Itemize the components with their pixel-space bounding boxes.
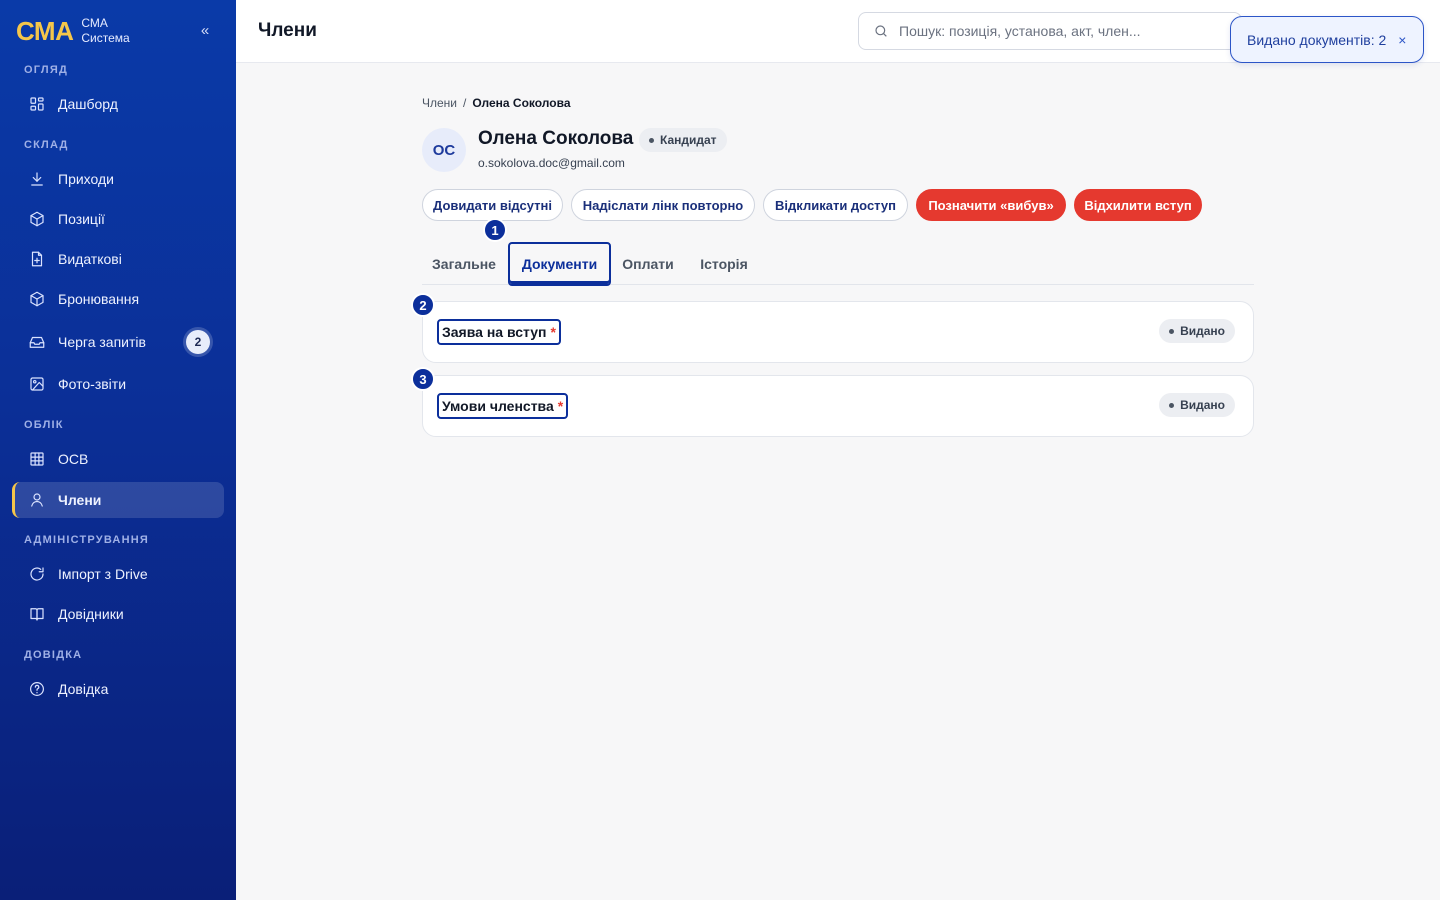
- sidebar-item-osv[interactable]: ОСВ: [12, 441, 224, 477]
- brand[interactable]: СМА СМА Система: [16, 16, 130, 46]
- document-title: Заява на вступ: [442, 324, 547, 340]
- section-title-accounting: Облік: [24, 419, 64, 431]
- dashboard-icon: [30, 97, 44, 111]
- section-title-warehouse: Склад: [24, 139, 69, 151]
- section-title-overview: Огляд: [24, 64, 68, 76]
- status-dot-icon: [1169, 402, 1175, 408]
- sidebar-item-label: Дашборд: [58, 96, 118, 112]
- document-title-link[interactable]: Заява на вступ *: [437, 319, 561, 345]
- document-status-badge: Видано: [1159, 319, 1235, 343]
- sidebar-item-label: Члени: [58, 492, 102, 508]
- toast-text: Видано документів: 2: [1247, 31, 1387, 48]
- sidebar-item-reservations[interactable]: Бронювання: [12, 281, 224, 317]
- section-title-help: Довідка: [24, 649, 83, 661]
- collapse-sidebar-button[interactable]: «: [196, 22, 214, 40]
- sidebar-item-label: Позиції: [58, 211, 105, 227]
- document-card: Умови членства * Видано: [422, 375, 1254, 437]
- toast-close-button[interactable]: ×: [1398, 33, 1406, 47]
- brand-logo: СМА: [16, 16, 74, 46]
- required-marker: *: [557, 398, 564, 414]
- section-title-administration: Адміністрування: [24, 534, 149, 546]
- tab-general[interactable]: Загальне: [422, 242, 506, 286]
- sidebar-item-label: Видаткові: [58, 251, 122, 267]
- tab-history[interactable]: Історія: [687, 242, 761, 286]
- sidebar-item-expenses[interactable]: Видаткові: [12, 241, 224, 277]
- image-icon: [30, 377, 44, 391]
- required-marker: *: [550, 324, 556, 340]
- member-email: o.sokolova.doc@gmail.com: [478, 156, 625, 170]
- sidebar: СМА СМА Система « Огляд Дашборд Склад Пр…: [0, 0, 236, 900]
- refresh-icon: [30, 567, 44, 581]
- sidebar-item-help[interactable]: Довідка: [12, 671, 224, 707]
- status-label: Кандидат: [660, 133, 717, 147]
- document-icon: [31, 251, 43, 267]
- member-name: Олена Соколова: [478, 128, 634, 149]
- step-marker-2: 2: [411, 293, 435, 317]
- sidebar-item-label: ОСВ: [58, 451, 89, 467]
- box-icon: [30, 211, 44, 227]
- document-status-label: Видано: [1180, 398, 1225, 412]
- document-title: Умови членства: [442, 398, 554, 414]
- document-card: Заява на вступ * Видано: [422, 301, 1254, 363]
- sidebar-item-photo-reports[interactable]: Фото-звіти: [12, 366, 224, 402]
- breadcrumb-separator: /: [463, 96, 467, 110]
- mark-left-button[interactable]: Позначити «вибув»: [916, 189, 1066, 221]
- sidebar-item-members[interactable]: Члени: [12, 482, 224, 518]
- avatar: ОС: [422, 128, 466, 172]
- tab-documents[interactable]: Документи: [508, 242, 611, 286]
- sidebar-item-label: Довідники: [58, 606, 124, 622]
- sidebar-item-directories[interactable]: Довідники: [12, 596, 224, 632]
- sidebar-item-request-queue[interactable]: Черга запитів 2: [12, 324, 224, 360]
- brand-text: СМА Система: [81, 16, 129, 46]
- status-dot-icon: [1169, 328, 1175, 334]
- request-queue-count-badge: 2: [186, 330, 210, 354]
- sidebar-item-label: Імпорт з Drive: [58, 566, 148, 582]
- sidebar-item-receipts[interactable]: Приходи: [12, 161, 224, 197]
- step-marker-1: 1: [483, 218, 507, 242]
- table-icon: [30, 452, 44, 466]
- document-status-label: Видано: [1180, 324, 1225, 338]
- page-title: Члени: [258, 20, 317, 41]
- sidebar-item-label: Довідка: [58, 681, 109, 697]
- revoke-access-button[interactable]: Відкликати доступ: [763, 189, 908, 221]
- document-status-badge: Видано: [1159, 393, 1235, 417]
- sidebar-item-label: Приходи: [58, 171, 114, 187]
- search-input[interactable]: [899, 23, 1229, 39]
- sidebar-item-dashboard[interactable]: Дашборд: [12, 86, 224, 122]
- document-title-link[interactable]: Умови членства *: [437, 393, 569, 419]
- inbox-icon: [29, 336, 45, 348]
- step-marker-3: 3: [411, 367, 435, 391]
- sidebar-item-label: Черга запитів: [58, 334, 146, 350]
- reject-admission-button[interactable]: Відхилити вступ: [1074, 189, 1202, 221]
- status-dot-icon: [649, 137, 654, 143]
- search-icon: [875, 25, 887, 37]
- toast-notification: Видано документів: 2 ×: [1230, 16, 1424, 63]
- brand-line-2: Система: [81, 31, 130, 45]
- sidebar-item-positions[interactable]: Позиції: [12, 201, 224, 237]
- search-box[interactable]: [858, 12, 1242, 50]
- brand-line-1: СМА: [81, 16, 108, 30]
- breadcrumb-current: Олена Соколова: [472, 96, 571, 110]
- help-icon: [30, 682, 44, 696]
- sidebar-item-drive-import[interactable]: Імпорт з Drive: [12, 556, 224, 592]
- box-icon: [30, 291, 44, 307]
- request-missing-button[interactable]: Довидати відсутні: [422, 189, 563, 221]
- download-icon: [31, 172, 43, 186]
- breadcrumb-parent-link[interactable]: Члени: [422, 96, 457, 110]
- book-icon: [30, 608, 44, 621]
- resend-link-button[interactable]: Надіслати лінк повторно: [571, 189, 755, 221]
- sidebar-item-label: Бронювання: [58, 291, 140, 307]
- sidebar-item-label: Фото-звіти: [58, 376, 127, 392]
- user-icon: [31, 493, 43, 507]
- breadcrumb: Члени / Олена Соколова: [422, 96, 571, 110]
- status-badge: Кандидат: [639, 128, 727, 152]
- tab-payments[interactable]: Оплати: [613, 242, 683, 286]
